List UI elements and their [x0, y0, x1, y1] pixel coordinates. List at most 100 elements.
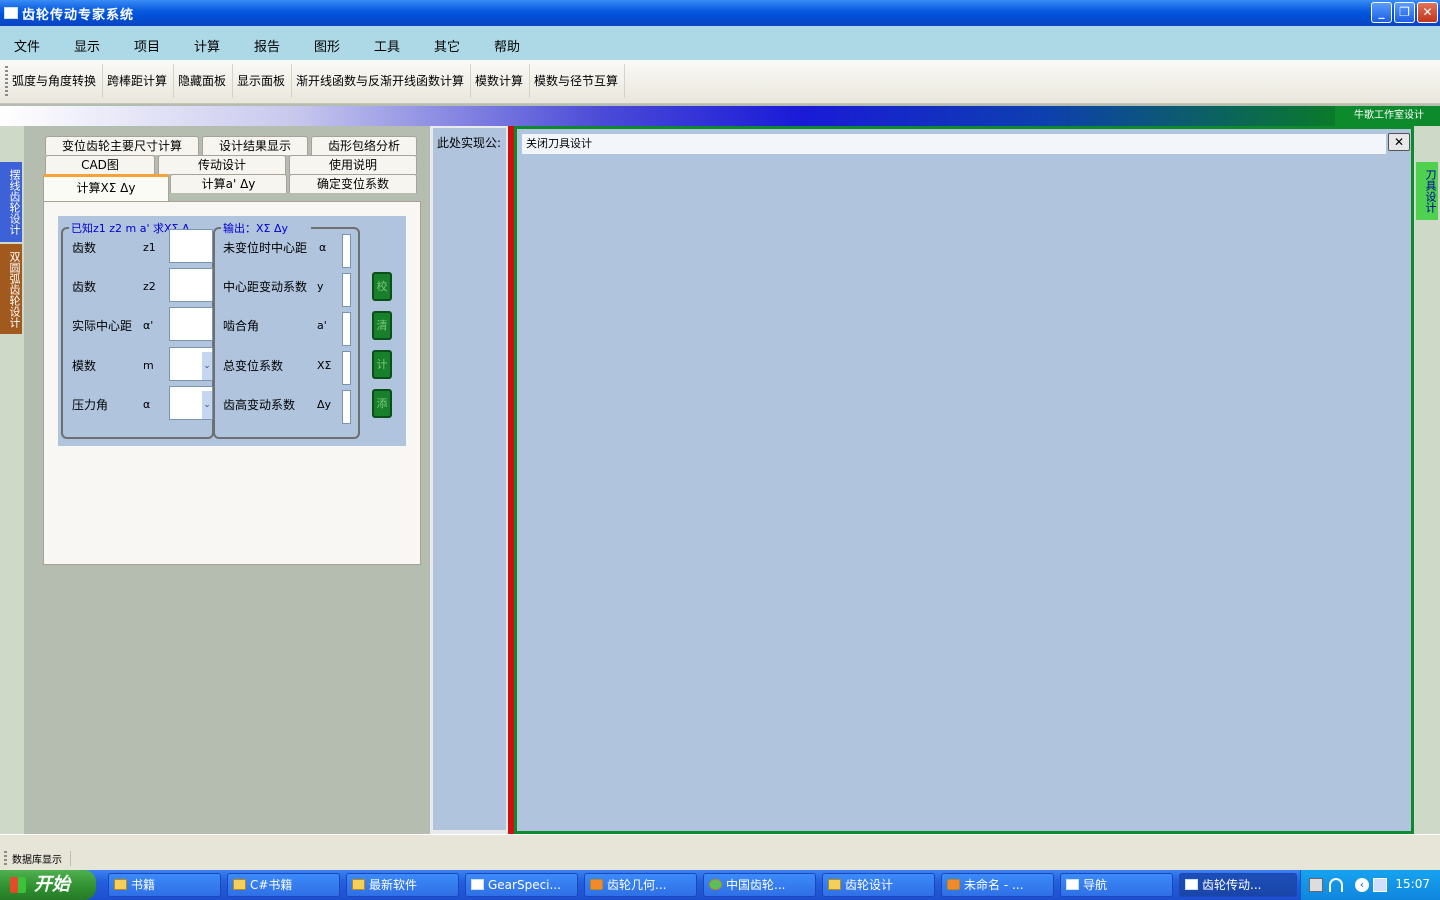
network-icon[interactable] [1373, 878, 1387, 892]
tab-design-results[interactable]: 设计结果显示 [202, 136, 308, 155]
tab-transmission-design[interactable]: 传动设计 [158, 155, 286, 174]
menu-tools[interactable]: 工具 [374, 36, 400, 55]
toolbar-show-panel-button[interactable]: 显示面板 [233, 64, 292, 98]
taskbar-item-label: 未命名 - ... [964, 878, 1024, 892]
taskbar-item[interactable]: 中国齿轮... [703, 873, 816, 897]
menu-bar: 文件 显示 项目 计算 报告 图形 工具 其它 帮助 [0, 26, 1440, 60]
taskbar-item[interactable]: 齿轮设计 [822, 873, 935, 897]
taskbar-item[interactable]: 导航 [1060, 873, 1173, 897]
folder-icon [114, 879, 127, 890]
side-tab-double-arc-gear[interactable]: 双圆弧齿轮设计 [0, 244, 22, 334]
close-icon[interactable]: ✕ [1388, 133, 1410, 151]
z1-input[interactable] [169, 229, 213, 263]
window-title: 齿轮传动专家系统 [22, 8, 135, 23]
toolbar-involute-button[interactable]: 渐开线函数与反渐开线函数计算 [292, 64, 471, 98]
chevron-left-icon[interactable]: ‹ [1355, 878, 1369, 892]
input-symbol-z1: z1 [143, 241, 156, 254]
taskbar-item[interactable]: C#书籍 [227, 873, 340, 897]
taskbar-item[interactable]: 齿轮传动... [1179, 873, 1297, 897]
left-side-tabs: 摆线齿轮设计 双圆弧齿轮设计 [0, 126, 24, 834]
tab-modified-gear-size[interactable]: 变位齿轮主要尺寸计算 [45, 136, 199, 155]
folder-icon [828, 879, 841, 890]
menu-calculate[interactable]: 计算 [194, 36, 220, 55]
tooth-height-change-output[interactable] [342, 390, 351, 424]
restore-button[interactable]: ❐ [1394, 2, 1415, 23]
center-shift-output[interactable] [342, 273, 351, 307]
add-button[interactable]: 添 [372, 389, 392, 418]
input-group: 已知z1 z2 m a' 求XΣ Δ 齿数 z1 齿数 z2 实际中心距 α' … [61, 220, 214, 439]
tab-cad[interactable]: CAD图 [45, 155, 155, 174]
left-panel: 变位齿轮主要尺寸计算 设计结果显示 齿形包络分析 CAD图 传动设计 使用说明 … [24, 126, 430, 834]
formula-panel-text: 此处实现公: [437, 136, 502, 150]
pressure-angle-select[interactable]: ⌄ [169, 386, 213, 420]
folder-icon [233, 879, 246, 890]
chevron-down-icon[interactable]: ⌄ [202, 352, 212, 380]
browser-icon [590, 879, 603, 890]
taskbar-item[interactable]: GearSpeci... [465, 873, 578, 897]
toolbar-span-measure-button[interactable]: 跨棒距计算 [103, 64, 174, 98]
menu-project[interactable]: 项目 [134, 36, 160, 55]
tab-instructions[interactable]: 使用说明 [289, 155, 417, 174]
output-group-title: 输出：XΣ Δy [221, 220, 311, 236]
side-tab-tool-design[interactable]: 刀具设计 [1416, 162, 1438, 220]
tab-tooth-envelope[interactable]: 齿形包络分析 [311, 136, 417, 155]
side-tab-cycloid-gear[interactable]: 摆线齿轮设计 [0, 162, 22, 242]
taskbar-item[interactable]: 未命名 - ... [941, 873, 1054, 897]
taskbar-item-label: 书籍 [131, 878, 156, 892]
toolbar-module-pitch-button[interactable]: 模数与径节互算 [530, 64, 625, 98]
taskbar-item-label: 最新软件 [369, 878, 418, 892]
taskbar-item-label: 导航 [1083, 878, 1108, 892]
taskbar-item-label: 齿轮几何... [607, 878, 667, 892]
mesh-angle-output[interactable] [342, 312, 351, 346]
app-window-icon [471, 879, 484, 890]
compute-button[interactable]: 计 [372, 350, 392, 379]
input-label-center-distance: 实际中心距 [72, 319, 133, 333]
toolbar-module-calc-button[interactable]: 模数计算 [471, 64, 530, 98]
menu-help[interactable]: 帮助 [494, 36, 520, 55]
right-side-tabs: 刀具设计 [1414, 126, 1440, 834]
minimize-button[interactable]: _ [1371, 2, 1392, 23]
center-distance-input[interactable] [169, 307, 213, 341]
banner-label: 牛歌工作室设计 [1335, 106, 1440, 126]
module-select[interactable]: ⌄ [169, 347, 213, 381]
browser-icon [709, 879, 722, 890]
close-button[interactable]: ✕ [1417, 2, 1438, 23]
output-symbol-mesh-angle: a' [317, 319, 327, 332]
total-shift-output[interactable] [342, 351, 351, 385]
tool-design-header: 关闭刀具设计 [522, 134, 1386, 154]
taskbar-item[interactable]: 最新软件 [346, 873, 459, 897]
output-symbol-total-shift: XΣ [317, 359, 332, 372]
output-label-total-shift: 总变位系数 [223, 359, 284, 373]
menu-other[interactable]: 其它 [434, 36, 460, 55]
menu-file[interactable]: 文件 [14, 36, 40, 55]
taskbar-item[interactable]: 书籍 [108, 873, 221, 897]
output-group: 输出：XΣ Δy 未变位时中心距 α 中心距变动系数 y 啮合角 a' 总变位系… [213, 220, 360, 439]
output-label-tooth-height-change: 齿高变动系数 [223, 398, 296, 412]
input-symbol-z2: z2 [143, 280, 156, 293]
menu-view[interactable]: 显示 [74, 36, 100, 55]
input-label-z2: 齿数 [72, 280, 97, 294]
start-label: 开始 [34, 874, 70, 895]
z2-input[interactable] [169, 268, 213, 302]
tab-calc-a-dy[interactable]: 计算a' Δy [170, 174, 287, 193]
taskbar-item[interactable]: 齿轮几何... [584, 873, 697, 897]
toolbar-radian-degree-button[interactable]: 弧度与角度转换 [8, 64, 103, 98]
check-button[interactable]: 校 [372, 272, 392, 301]
menu-report[interactable]: 报告 [254, 36, 280, 55]
wifi-icon[interactable] [1329, 878, 1343, 892]
input-label-z1: 齿数 [72, 241, 97, 255]
input-label-pressure-angle: 压力角 [72, 398, 109, 412]
standard-center-output[interactable] [342, 234, 351, 268]
clear-button[interactable]: 清 [372, 311, 392, 340]
tab-page-calc-xsum-dy: 已知z1 z2 m a' 求XΣ Δ 齿数 z1 齿数 z2 实际中心距 α' … [43, 201, 421, 565]
chevron-down-icon[interactable]: ⌄ [202, 391, 212, 419]
taskbar-item-label: 中国齿轮... [726, 878, 786, 892]
keyboard-icon[interactable] [1309, 878, 1323, 892]
toolbar-hide-panel-button[interactable]: 隐藏面板 [174, 64, 233, 98]
status-grip[interactable] [4, 851, 7, 865]
tab-calc-xsum-dy[interactable]: 计算XΣ Δy [43, 174, 169, 201]
output-label-mesh-angle: 啮合角 [223, 319, 260, 333]
tab-determine-shift[interactable]: 确定变位系数 [289, 174, 417, 193]
menu-graphics[interactable]: 图形 [314, 36, 340, 55]
start-button[interactable]: 开始 [0, 870, 96, 900]
